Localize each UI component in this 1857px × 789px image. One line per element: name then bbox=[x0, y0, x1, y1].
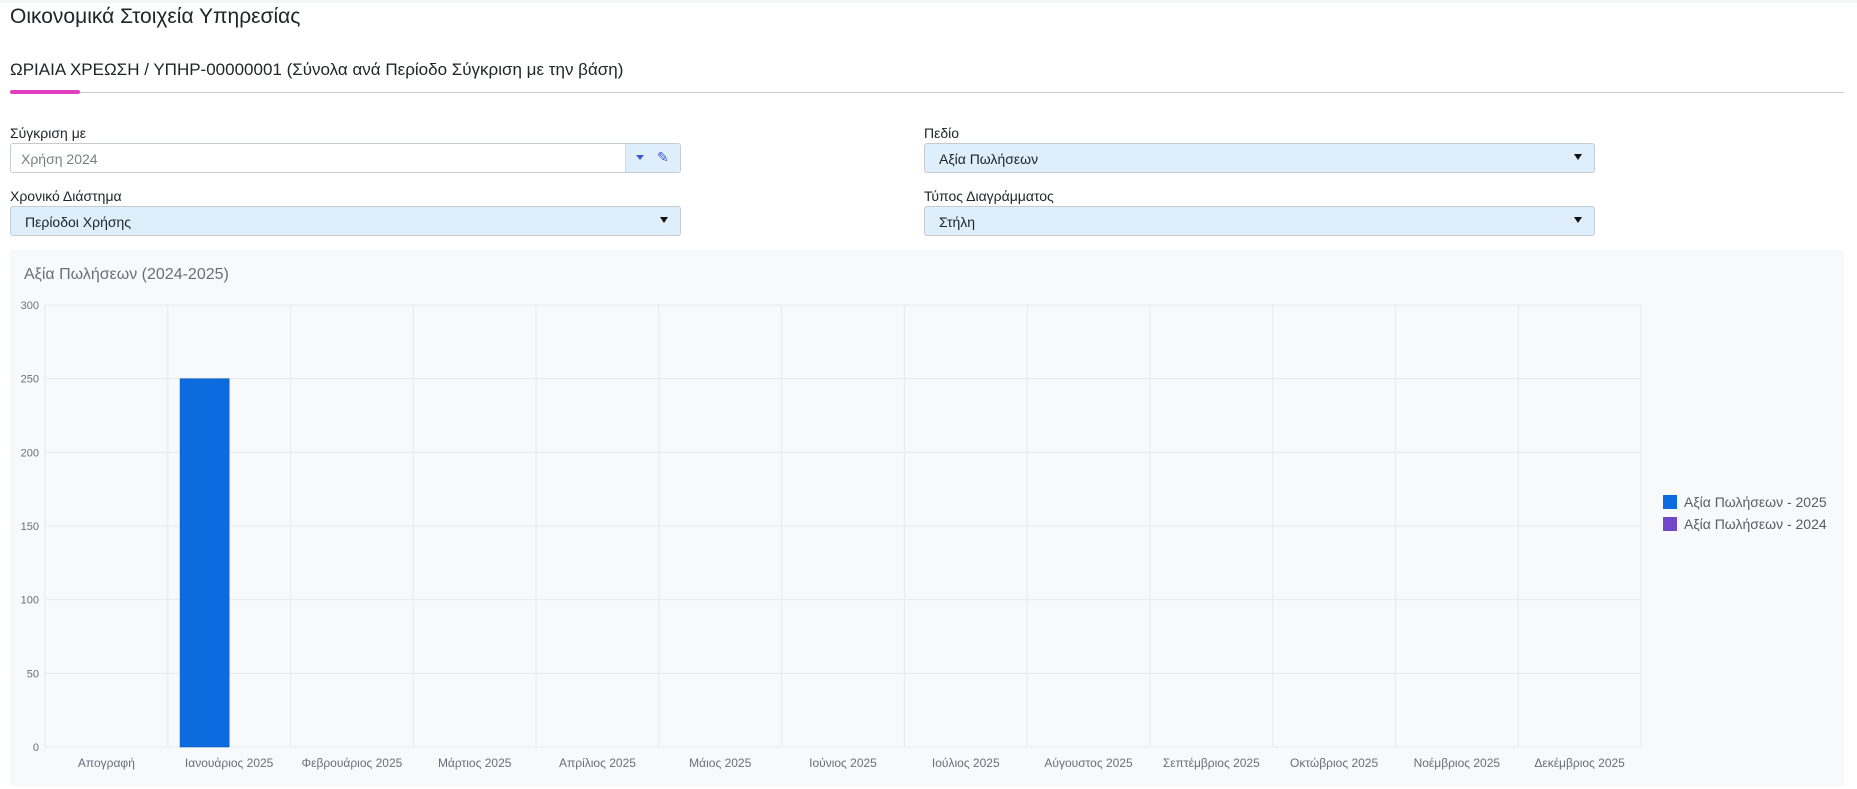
top-border bbox=[0, 0, 1857, 3]
y-tick-label: 250 bbox=[21, 374, 39, 386]
y-tick-label: 100 bbox=[21, 595, 39, 607]
y-tick-label: 200 bbox=[21, 447, 39, 459]
bar bbox=[179, 378, 230, 748]
x-tick-label: Μάιος 2025 bbox=[689, 756, 751, 770]
field-select[interactable]: Αξία Πωλήσεων bbox=[924, 143, 1595, 173]
field-label: Πεδίο bbox=[924, 125, 960, 141]
x-tick-label: Ιούλιος 2025 bbox=[932, 756, 1000, 770]
caret-down-icon bbox=[1574, 217, 1582, 223]
y-tick-label: 150 bbox=[21, 521, 39, 533]
section-accent-bar bbox=[10, 90, 80, 94]
bar-chart: 0 50 100 150 200 250 300 Απογραφή Ιανουάριος 202… bbox=[21, 300, 1642, 770]
legend-swatch bbox=[1663, 517, 1677, 531]
caret-down-icon bbox=[1574, 154, 1582, 160]
section-title: ΩΡΙΑΙΑ ΧΡΕΩΣΗ / ΥΠΗΡ-00000001 (Σύνολα αν… bbox=[10, 60, 624, 79]
legend-label: Αξία Πωλήσεων - 2024 bbox=[1684, 516, 1827, 532]
chart-type-value: Στήλη bbox=[939, 214, 976, 230]
x-tick-label: Φεβρουάριος 2025 bbox=[302, 756, 403, 770]
compare-with-field[interactable]: Χρήση 2024 ✎ bbox=[10, 143, 681, 173]
y-tick-label: 300 bbox=[21, 300, 39, 312]
x-tick-label: Οκτώβριος 2025 bbox=[1290, 756, 1378, 770]
section-divider bbox=[10, 92, 1844, 93]
time-range-value: Περίοδοι Χρήσης bbox=[25, 214, 132, 230]
field-value: Αξία Πωλήσεων bbox=[939, 151, 1039, 167]
x-tick-label: Απρίλιος 2025 bbox=[559, 756, 636, 770]
x-tick-label: Σεπτέμβριος 2025 bbox=[1163, 756, 1260, 770]
x-tick-label: Μάρτιος 2025 bbox=[438, 756, 512, 770]
legend-swatch bbox=[1663, 495, 1677, 509]
time-range-select[interactable]: Περίοδοι Χρήσης bbox=[10, 206, 681, 236]
page-title: Οικονομικά Στοιχεία Υπηρεσίας bbox=[10, 5, 301, 28]
compare-with-value: Χρήση 2024 bbox=[21, 151, 98, 167]
chart-type-select[interactable]: Στήλη bbox=[924, 206, 1595, 236]
chart-type-label: Τύπος Διαγράμματος bbox=[924, 188, 1054, 204]
chart-panel: Αξία Πωλήσεων (2024-2025) 0 50 100 150 200 25… bbox=[10, 250, 1844, 786]
x-tick-label: Δεκέμβριος 2025 bbox=[1534, 756, 1625, 770]
legend-label: Αξία Πωλήσεων - 2025 bbox=[1684, 494, 1827, 510]
x-tick-label: Απογραφή bbox=[78, 756, 135, 770]
caret-down-icon bbox=[660, 217, 668, 223]
compare-with-label: Σύγκριση με bbox=[10, 125, 87, 141]
x-tick-label: Αύγουστος 2025 bbox=[1044, 756, 1133, 770]
x-tick-label: Νοέμβριος 2025 bbox=[1414, 756, 1501, 770]
y-tick-label: 50 bbox=[27, 668, 39, 680]
triangle-down-icon[interactable] bbox=[636, 155, 644, 160]
x-tick-label: Ιανουάριος 2025 bbox=[185, 756, 274, 770]
compare-with-tools: ✎ bbox=[625, 144, 680, 172]
time-range-label: Χρονικό Διάστημα bbox=[10, 188, 122, 204]
x-tick-label: Ιούνιος 2025 bbox=[809, 756, 877, 770]
pencil-icon[interactable]: ✎ bbox=[657, 149, 669, 166]
y-tick-label: 0 bbox=[33, 742, 39, 754]
